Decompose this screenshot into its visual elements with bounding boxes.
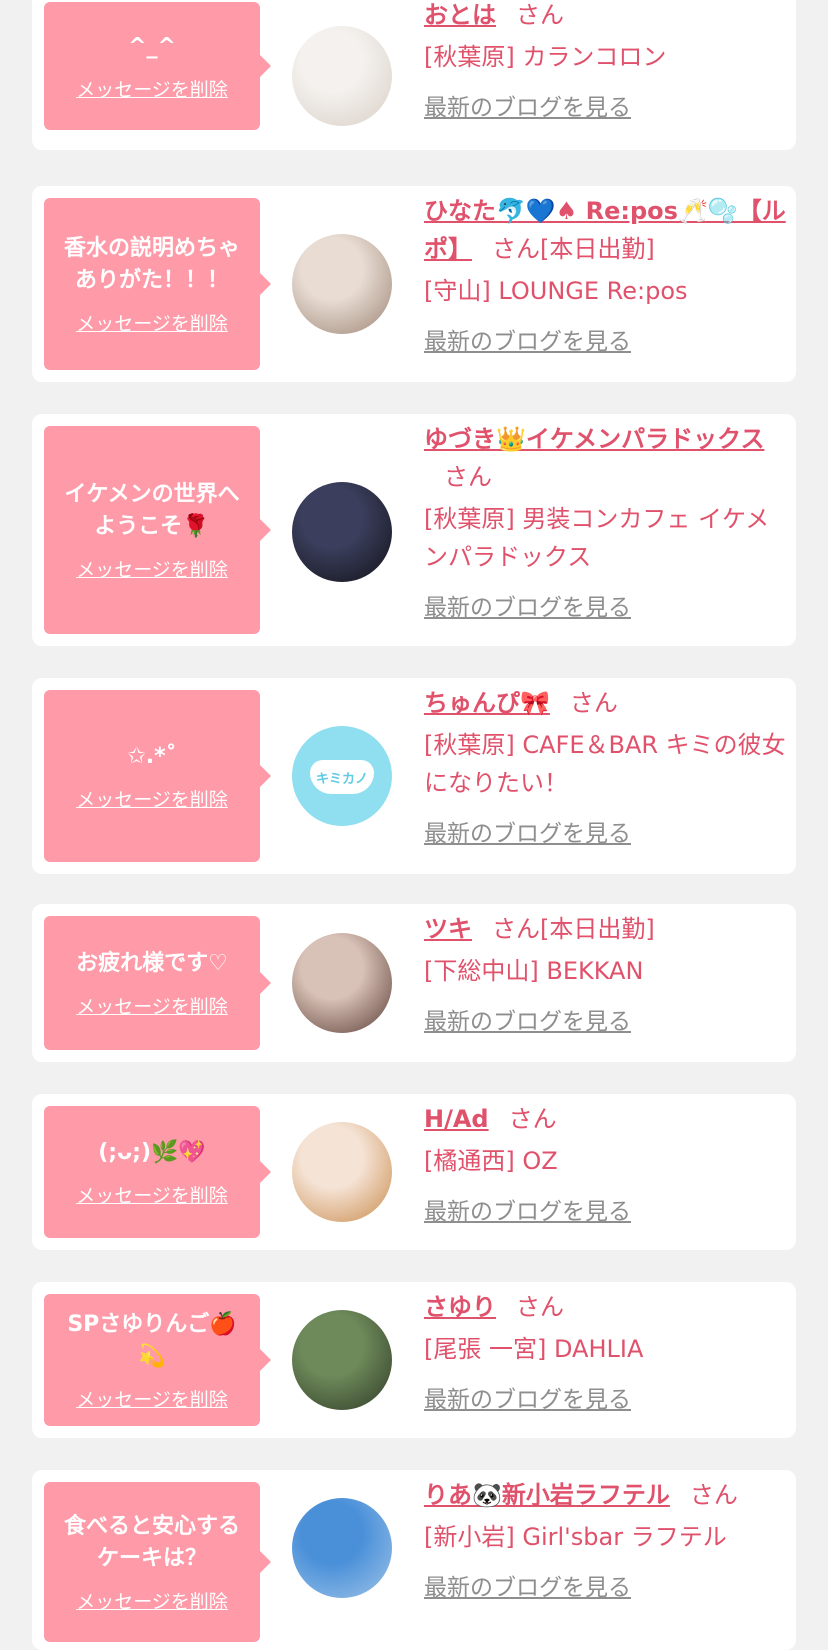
message-text: 食べると安心する ケーキは？: [63, 1513, 240, 1571]
message-bubble: (;ᴗ;)🌿💖 メッセージを削除: [44, 1106, 260, 1238]
message-card: イケメンの世界へ ようこそ🌹 メッセージを削除 ゆづき👑イケメンパラドックスさん [秋…: [32, 414, 796, 646]
message-bubble: ✩.*˚ メッセージを削除: [44, 690, 260, 862]
honorific: さん: [516, 1293, 564, 1321]
sender-name-line: ゆづき👑イケメンパラドックスさん: [424, 420, 786, 496]
message-card: お疲れ様です♡ メッセージを削除 ツキ さん[本日出勤] [下総中山] BEKKAN 最新…: [32, 904, 796, 1062]
delete-message-link[interactable]: メッセージを削除: [76, 1385, 228, 1412]
avatar[interactable]: [292, 234, 392, 334]
sender-info: ちゅんぴ🎀 さん [秋葉原] CAFE＆BAR キミの彼女になりたい！ 最新のブログを…: [424, 684, 786, 848]
shop-name: [秋葉原] カランコロン: [424, 43, 667, 71]
sender-name-line: おとは さん: [424, 0, 786, 34]
delete-message-link[interactable]: メッセージを削除: [76, 1587, 228, 1614]
message-card: ✩.*˚ メッセージを削除 キミカノ ちゅんぴ🎀 さん [秋葉原] CAFE＆BAR キミ…: [32, 678, 796, 874]
sender-name-line: ちゅんぴ🎀 さん: [424, 684, 786, 722]
sender-name-link[interactable]: ちゅんぴ🎀: [424, 689, 550, 717]
honorific: さん: [689, 1481, 738, 1509]
avatar[interactable]: キミカノ: [292, 726, 392, 826]
sender-info: ツキ さん[本日出勤] [下総中山] BEKKAN 最新のブログを見る: [424, 910, 786, 1036]
sender-name-link[interactable]: おとは: [424, 1, 496, 29]
sender-info: おとは さん [秋葉原] カランコロン最新のブログを見る: [424, 0, 786, 122]
sender-name-line: ひなた🐬💙♠ Re:pos🥂🫧【ルポ】 さん[本日出勤]: [424, 192, 786, 268]
sender-info: ひなた🐬💙♠ Re:pos🥂🫧【ルポ】 さん[本日出勤] [守山] LOUNGE R…: [424, 192, 786, 356]
avatar[interactable]: [292, 1310, 392, 1410]
message-bubble: イケメンの世界へ ようこそ🌹 メッセージを削除: [44, 426, 260, 634]
avatar[interactable]: [292, 933, 392, 1033]
message-bubble: 香水の説明めちゃ ありがた！！！ メッセージを削除: [44, 198, 260, 370]
shop-name: [橘通西] OZ: [424, 1147, 558, 1175]
message-text: ✩.*˚: [127, 743, 177, 769]
honorific: さん: [516, 1, 564, 29]
sender-name-line: りあ🐼新小岩ラフテル さん: [424, 1476, 786, 1514]
message-card: 香水の説明めちゃ ありがた！！！ メッセージを削除 ひなた🐬💙♠ Re:pos🥂🫧【…: [32, 186, 796, 382]
avatar[interactable]: [292, 26, 392, 126]
shop-name: [新小岩] Girl'sbar ラフテル: [424, 1523, 727, 1551]
message-card: ^_^ メッセージを削除 おとは さん [秋葉原] カランコロン最新のブログを見る: [32, 0, 796, 150]
latest-blog-link[interactable]: 最新のブログを見る: [424, 814, 631, 848]
sender-name-link[interactable]: H/Ad: [424, 1105, 489, 1133]
shop-name: [守山] LOUNGE Re:pos: [424, 277, 688, 305]
avatar[interactable]: [292, 1122, 392, 1222]
delete-message-link[interactable]: メッセージを削除: [76, 309, 228, 336]
latest-blog-link[interactable]: 最新のブログを見る: [424, 1380, 631, 1414]
latest-blog-link[interactable]: 最新のブログを見る: [424, 1002, 631, 1036]
sender-name-link[interactable]: りあ🐼新小岩ラフテル: [424, 1481, 670, 1509]
honorific: さん: [444, 463, 492, 491]
message-bubble: お疲れ様です♡ メッセージを削除: [44, 916, 260, 1050]
message-text: (;ᴗ;)🌿💖: [98, 1139, 206, 1165]
honorific: さん: [492, 915, 540, 943]
message-bubble: 食べると安心する ケーキは？ メッセージを削除: [44, 1482, 260, 1642]
message-list: ^_^ メッセージを削除 おとは さん [秋葉原] カランコロン 最新のブログを見る 香水の…: [0, 0, 828, 1650]
work-status: [本日出勤]: [540, 915, 655, 943]
latest-blog-link[interactable]: 最新のブログを見る: [424, 588, 631, 622]
delete-message-link[interactable]: メッセージを削除: [76, 785, 228, 812]
message-card: 食べると安心する ケーキは？ メッセージを削除 りあ🐼新小岩ラフテル さん [新小岩] …: [32, 1470, 796, 1650]
sender-info: ゆづき👑イケメンパラドックスさん [秋葉原] 男装コンカフェ イケメンパラドックス…: [424, 420, 786, 622]
latest-blog-link[interactable]: 最新のブログを見る: [424, 1192, 631, 1226]
sender-info: さゆり さん [尾張 一宮] DAHLIA 最新のブログを見る: [424, 1288, 786, 1414]
shop-name: [尾張 一宮] DAHLIA: [424, 1335, 644, 1363]
shop-name: [秋葉原] 男装コンカフェ イケメンパラドックス: [424, 505, 770, 571]
message-text: イケメンの世界へ ようこそ🌹: [64, 481, 240, 539]
work-status: [本日出勤]: [540, 235, 655, 263]
heart-icon: キミカノ: [310, 760, 374, 794]
honorific: さん: [569, 689, 618, 717]
message-card: SPさゆりんご🍎 💫 メッセージを削除 さゆり さん [尾張 一宮] DAHLIA 最新の…: [32, 1282, 796, 1438]
sender-name-link[interactable]: ゆづき👑イケメンパラドックス: [424, 425, 764, 453]
delete-message-link[interactable]: メッセージを削除: [76, 1181, 228, 1208]
honorific: さん: [492, 235, 540, 263]
avatar[interactable]: [292, 482, 392, 582]
delete-message-link[interactable]: メッセージを削除: [76, 75, 228, 102]
message-bubble: SPさゆりんご🍎 💫 メッセージを削除: [44, 1294, 260, 1426]
shop-name: [下総中山] BEKKAN: [424, 957, 644, 985]
message-text: お疲れ様です♡: [76, 950, 228, 976]
sender-name-link[interactable]: ツキ: [424, 915, 472, 943]
sender-name-line: H/Ad さん: [424, 1100, 786, 1138]
sender-info: H/Ad さん [橘通西] OZ 最新のブログを見る: [424, 1100, 786, 1226]
message-text: ^_^: [128, 33, 176, 59]
avatar[interactable]: [292, 1498, 392, 1598]
sender-name-line: ツキ さん[本日出勤]: [424, 910, 786, 948]
avatar-logo-text: キミカノ: [315, 771, 368, 787]
latest-blog-link[interactable]: 最新のブログを見る: [424, 1568, 631, 1602]
sender-name-line: さゆり さん: [424, 1288, 786, 1326]
delete-message-link[interactable]: メッセージを削除: [76, 992, 228, 1019]
honorific: さん: [508, 1105, 557, 1133]
latest-blog-link[interactable]: 最新のブログを見る: [424, 322, 631, 356]
message-bubble: ^_^ メッセージを削除: [44, 2, 260, 130]
sender-name-link[interactable]: さゆり: [424, 1293, 496, 1321]
message-card: (;ᴗ;)🌿💖 メッセージを削除 H/Ad さん [橘通西] OZ 最新のブログを見る: [32, 1094, 796, 1250]
delete-message-link[interactable]: メッセージを削除: [76, 555, 228, 582]
message-text: 香水の説明めちゃ ありがた！！！: [63, 235, 240, 293]
sender-info: りあ🐼新小岩ラフテル さん [新小岩] Girl'sbar ラフテル最新のブログを見…: [424, 1476, 786, 1602]
message-text: SPさゆりんご🍎 💫: [67, 1311, 237, 1369]
latest-blog-link[interactable]: 最新のブログを見る: [424, 88, 631, 122]
shop-name: [秋葉原] CAFE＆BAR キミの彼女になりたい！: [424, 731, 786, 797]
